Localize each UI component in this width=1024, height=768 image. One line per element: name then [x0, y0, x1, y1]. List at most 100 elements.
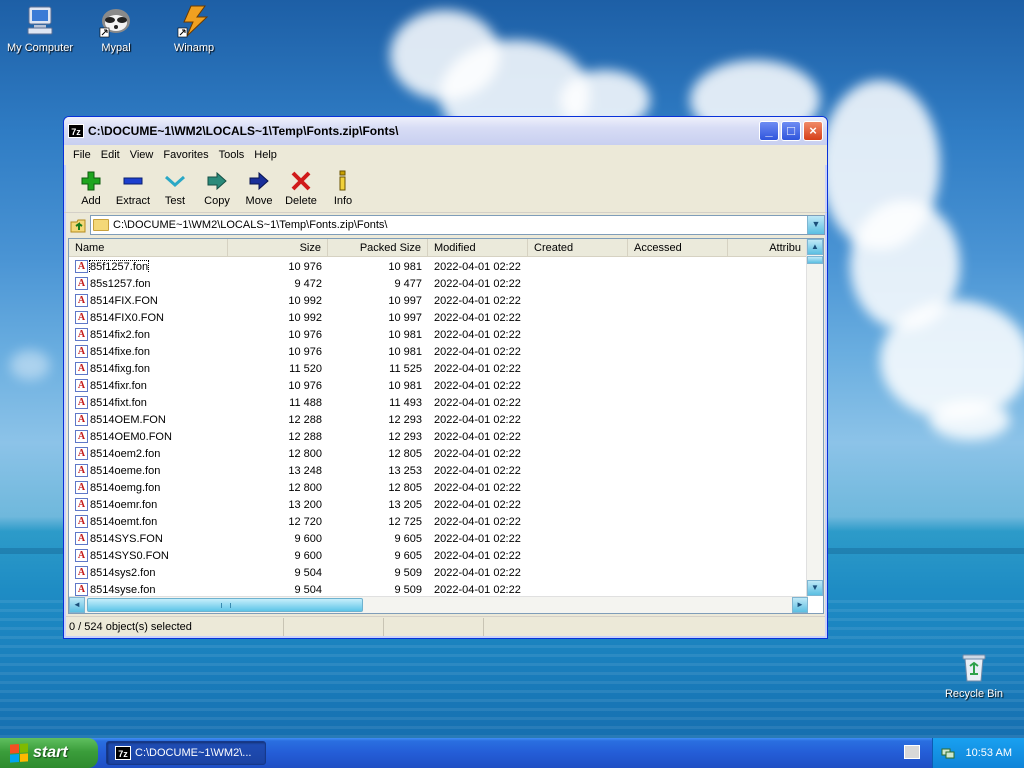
extract-button[interactable]: Extract	[112, 169, 154, 207]
scroll-up-button[interactable]: ▲	[807, 239, 823, 255]
table-row[interactable]: A 8514oeme.fon 13 248 13 253 2022-04-01 02:2…	[69, 462, 808, 479]
file-size: 9 600	[294, 549, 322, 562]
taskbar-window-button[interactable]: 7z C:\DOCUME~1\WM2\...	[106, 741, 266, 765]
font-file-icon: A	[75, 396, 88, 409]
horizontal-scroll-thumb[interactable]	[87, 598, 363, 612]
file-modified: 2022-04-01 02:22	[434, 345, 521, 358]
file-list[interactable]: Name Size Packed Size Modified Created A…	[68, 238, 824, 614]
table-row[interactable]: A 8514oemt.fon 12 720 12 725 2022-04-01 02:2…	[69, 513, 808, 530]
file-size: 12 800	[288, 481, 322, 494]
table-row[interactable]: A 8514FIX.FON 10 992 10 997 2022-04-01 02:22	[69, 292, 808, 309]
start-label: start	[33, 744, 68, 761]
file-size: 9 472	[294, 277, 322, 290]
font-file-icon: A	[75, 345, 88, 358]
file-modified: 2022-04-01 02:22	[434, 379, 521, 392]
add-button[interactable]: Add	[70, 169, 112, 207]
check-chevron-icon	[163, 169, 187, 193]
desktop-icon-mypal[interactable]: Mypal	[76, 4, 156, 54]
recycle-bin-icon	[957, 650, 991, 684]
file-modified: 2022-04-01 02:22	[434, 583, 521, 596]
table-row[interactable]: A 8514SYS.FON 9 600 9 605 2022-04-01 02:22	[69, 530, 808, 547]
table-row[interactable]: A 8514OEM0.FON 12 288 12 293 2022-04-01 02:2…	[69, 428, 808, 445]
menu-tools[interactable]: Tools	[214, 149, 250, 161]
file-name-cell: A 8514oemg.fon	[69, 481, 228, 494]
table-row[interactable]: A 8514oem2.fon 12 800 12 805 2022-04-01 02:2…	[69, 445, 808, 462]
table-row[interactable]: A 8514SYS0.FON 9 600 9 605 2022-04-01 02:22	[69, 547, 808, 564]
file-name: 8514fix2.fon	[90, 328, 150, 341]
menu-favorites[interactable]: Favorites	[158, 149, 213, 161]
menu-help[interactable]: Help	[249, 149, 282, 161]
close-button[interactable]: ×	[803, 121, 823, 141]
column-created[interactable]: Created	[528, 239, 628, 257]
scroll-left-button[interactable]: ◄	[69, 597, 85, 613]
desktop-icon-winamp[interactable]: Winamp	[154, 4, 234, 54]
file-modified: 2022-04-01 02:22	[434, 328, 521, 341]
column-size[interactable]: Size	[228, 239, 328, 257]
add-label: Add	[81, 195, 101, 207]
scroll-right-button[interactable]: ►	[792, 597, 808, 613]
file-manager-window[interactable]: 7z C:\DOCUME~1\WM2\LOCALS~1\Temp\Fonts.z…	[63, 116, 828, 639]
desktop-icon-my-computer[interactable]: My Computer	[0, 4, 80, 54]
column-modified[interactable]: Modified	[428, 239, 528, 257]
menu-edit[interactable]: Edit	[96, 149, 125, 161]
column-attributes[interactable]: Attribu	[728, 239, 808, 257]
table-row[interactable]: A 8514fixg.fon 11 520 11 525 2022-04-01 02:2…	[69, 360, 808, 377]
file-modified: 2022-04-01 02:22	[434, 464, 521, 477]
lightning-icon	[177, 4, 211, 38]
column-accessed[interactable]: Accessed	[628, 239, 728, 257]
table-row[interactable]: A 8514FIX0.FON 10 992 10 997 2022-04-01 02:2…	[69, 309, 808, 326]
column-packed-size[interactable]: Packed Size	[328, 239, 428, 257]
scroll-thumb[interactable]	[807, 256, 823, 264]
address-bar: C:\DOCUME~1\WM2\LOCALS~1\Temp\Fonts.zip\…	[64, 213, 827, 237]
file-name: 85s1257.fon	[90, 277, 151, 290]
file-name-cell: A 8514fix2.fon	[69, 328, 228, 341]
file-packed-size: 9 605	[394, 549, 422, 562]
network-icon[interactable]	[941, 746, 955, 760]
table-row[interactable]: A 8514OEM.FON 12 288 12 293 2022-04-01 02:22	[69, 411, 808, 428]
file-name: 8514sys2.fon	[90, 566, 156, 579]
table-row[interactable]: A 8514sys2.fon 9 504 9 509 2022-04-01 02:22	[69, 564, 808, 581]
file-packed-size: 9 477	[394, 277, 422, 290]
copy-button[interactable]: Copy	[196, 169, 238, 207]
maximize-button[interactable]: □	[781, 121, 801, 141]
menu-view[interactable]: View	[125, 149, 159, 161]
table-row[interactable]: A 8514fixr.fon 10 976 10 981 2022-04-01 02:2…	[69, 377, 808, 394]
up-folder-button[interactable]	[68, 215, 90, 235]
file-packed-size: 12 805	[388, 481, 422, 494]
font-file-icon: A	[75, 549, 88, 562]
file-name-cell: A 8514fixr.fon	[69, 379, 228, 392]
table-row[interactable]: A 8514oemg.fon 12 800 12 805 2022-04-01 02:2…	[69, 479, 808, 496]
keyboard-icon[interactable]	[904, 745, 920, 759]
table-row[interactable]: A 8514fixt.fon 11 488 11 493 2022-04-01 02:2…	[69, 394, 808, 411]
test-button[interactable]: Test	[154, 169, 196, 207]
address-input[interactable]: C:\DOCUME~1\WM2\LOCALS~1\Temp\Fonts.zip\…	[90, 215, 825, 235]
table-row[interactable]: A 8514fixe.fon 10 976 10 981 2022-04-01 02:2…	[69, 343, 808, 360]
file-name-cell: A 8514syse.fon	[69, 583, 228, 596]
chevron-down-icon[interactable]: ▼	[807, 216, 824, 234]
scroll-down-button[interactable]: ▼	[807, 580, 823, 596]
table-row[interactable]: A 8514oemr.fon 13 200 13 205 2022-04-01 02:2…	[69, 496, 808, 513]
title-bar[interactable]: 7z C:\DOCUME~1\WM2\LOCALS~1\Temp\Fonts.z…	[64, 117, 827, 145]
font-file-icon: A	[75, 430, 88, 443]
desktop-icon-recycle-bin[interactable]: Recycle Bin	[934, 650, 1014, 700]
7zip-icon: 7z	[68, 124, 84, 138]
delete-button[interactable]: Delete	[280, 169, 322, 207]
file-name-cell: A 85f1257.fon	[69, 260, 228, 273]
clock[interactable]: 10:53 AM	[966, 747, 1012, 759]
table-row[interactable]: A 8514fix2.fon 10 976 10 981 2022-04-01 02:2…	[69, 326, 808, 343]
info-button[interactable]: Info	[322, 169, 364, 207]
status-cell	[384, 617, 484, 636]
info-label: Info	[333, 195, 353, 207]
maximize-icon: □	[787, 123, 795, 138]
menu-file[interactable]: File	[68, 149, 96, 161]
vertical-scrollbar[interactable]: ▲ ▼	[806, 239, 823, 596]
minimize-button[interactable]: _	[759, 121, 779, 141]
test-label: Test	[164, 195, 186, 207]
move-button[interactable]: Move	[238, 169, 280, 207]
table-row[interactable]: A 85f1257.fon 10 976 10 981 2022-04-01 02:22	[69, 258, 808, 275]
horizontal-scrollbar[interactable]: ◄ ►	[69, 596, 808, 613]
start-button[interactable]: start	[0, 738, 98, 768]
file-name: 8514fixe.fon	[90, 345, 150, 358]
table-row[interactable]: A 85s1257.fon 9 472 9 477 2022-04-01 02:22	[69, 275, 808, 292]
column-name[interactable]: Name	[69, 239, 228, 257]
